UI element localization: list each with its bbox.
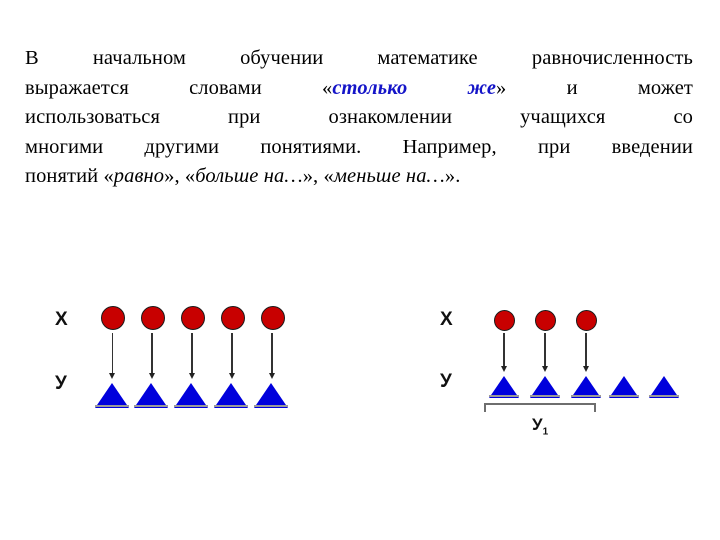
triangle-baseline xyxy=(254,405,288,407)
word: многими xyxy=(25,135,104,158)
paragraph-line-3: использоваться при ознакомлении учащихся… xyxy=(25,103,693,133)
set-element-circle xyxy=(493,309,515,331)
italic-term-bolshe: больше на… xyxy=(195,165,303,187)
word: при xyxy=(537,135,571,158)
word: понятиями. xyxy=(260,135,362,158)
set-correspondence-diagram: Х У Х У У1 xyxy=(0,280,720,460)
brace-label-letter: У xyxy=(532,415,543,434)
set-element-circle xyxy=(261,306,285,330)
triangle-baseline xyxy=(95,405,129,407)
triangle-baseline xyxy=(649,395,679,397)
italic-term-ravno: равно xyxy=(113,165,165,187)
triangle-shape xyxy=(134,380,168,408)
paragraph-block: В начальном обучении математике равночис… xyxy=(25,44,693,192)
arrow-head xyxy=(148,373,155,379)
word: Например, xyxy=(402,135,497,158)
triangle-baseline xyxy=(530,395,560,397)
paragraph-line-1: В начальном обучении математике равночис… xyxy=(25,44,693,74)
left-set-x-label: Х xyxy=(55,309,68,330)
set-element-circle xyxy=(101,306,125,330)
triangle-baseline xyxy=(134,405,168,407)
paragraph-line-4: многими другими понятиями. Например, при… xyxy=(25,133,693,163)
guillemet-open: « xyxy=(321,76,333,99)
triangle-baseline xyxy=(489,395,519,397)
paragraph-line-5: понятий «равно», «больше на…», «меньше н… xyxy=(25,162,693,192)
word: обучении xyxy=(240,47,324,69)
right-set-x-label: Х xyxy=(440,309,453,330)
arrow-shaft xyxy=(503,333,505,368)
triangle-baseline xyxy=(571,395,601,397)
arrow-head xyxy=(109,373,115,379)
unequal-sets-diagram: Х У У1 xyxy=(425,280,720,460)
triangle-baseline xyxy=(214,405,248,407)
arrow-shaft xyxy=(151,333,153,375)
triangle-shape xyxy=(95,380,129,408)
triangle-baseline xyxy=(174,405,208,407)
arrow-shaft xyxy=(111,333,114,375)
paragraph-line-2: выражается словами «столько же» и может xyxy=(25,74,693,104)
emphasis-phrase-open: «столько xyxy=(322,74,407,104)
word: начальном xyxy=(92,47,186,69)
arrow-head xyxy=(268,373,275,379)
triangle-shape xyxy=(174,380,208,408)
triangle-shape xyxy=(214,380,248,408)
set-element-circle xyxy=(221,306,245,330)
arrow-head xyxy=(500,366,507,372)
word: использоваться xyxy=(25,106,161,128)
emphasis-word-2: же xyxy=(467,76,497,99)
word: математике xyxy=(377,47,478,69)
word: ознакомлении xyxy=(328,106,453,128)
word: учащихся xyxy=(520,106,606,128)
guillemet-close: » xyxy=(496,76,507,99)
triangle-baseline xyxy=(609,395,639,397)
equal-sets-diagram: Х У xyxy=(40,280,360,460)
brace-label-subscript: 1 xyxy=(542,426,549,438)
word: со xyxy=(673,106,693,128)
arrow-head xyxy=(541,366,548,372)
set-element-circle xyxy=(181,306,205,330)
emphasis-phrase-close: же» xyxy=(467,74,506,104)
arrow-shaft xyxy=(271,333,273,375)
left-set-y-label: У xyxy=(55,373,67,394)
word: В xyxy=(25,47,39,69)
triangle-shape xyxy=(254,380,288,408)
set-element-circle xyxy=(575,309,597,331)
set-element-circle xyxy=(534,309,556,331)
right-set-y-label: У xyxy=(440,371,452,392)
word: словами xyxy=(189,76,262,99)
text-sep-2: », « xyxy=(302,165,334,187)
word: выражается xyxy=(25,76,129,99)
text-suffix: ». xyxy=(444,165,461,187)
subset-brace-label: У1 xyxy=(532,416,548,437)
word: и xyxy=(566,76,578,99)
set-element-circle xyxy=(141,306,165,330)
word: может xyxy=(637,76,693,99)
word: другими xyxy=(144,135,220,158)
emphasis-word-1: столько xyxy=(332,76,408,99)
arrow-shaft xyxy=(585,333,587,368)
word: равночисленность xyxy=(531,47,693,69)
arrow-head xyxy=(228,373,235,379)
arrow-head xyxy=(188,373,195,379)
italic-term-menshe: меньше на… xyxy=(333,165,445,187)
word: при xyxy=(228,106,261,128)
arrow-shaft xyxy=(191,333,193,375)
text-sep-1: », « xyxy=(164,165,196,187)
arrow-shaft xyxy=(231,333,233,375)
text-prefix: понятий « xyxy=(25,165,114,187)
arrow-shaft xyxy=(544,333,546,368)
subset-brace xyxy=(484,403,596,412)
word: введении xyxy=(611,135,693,158)
arrow-head xyxy=(582,366,589,372)
